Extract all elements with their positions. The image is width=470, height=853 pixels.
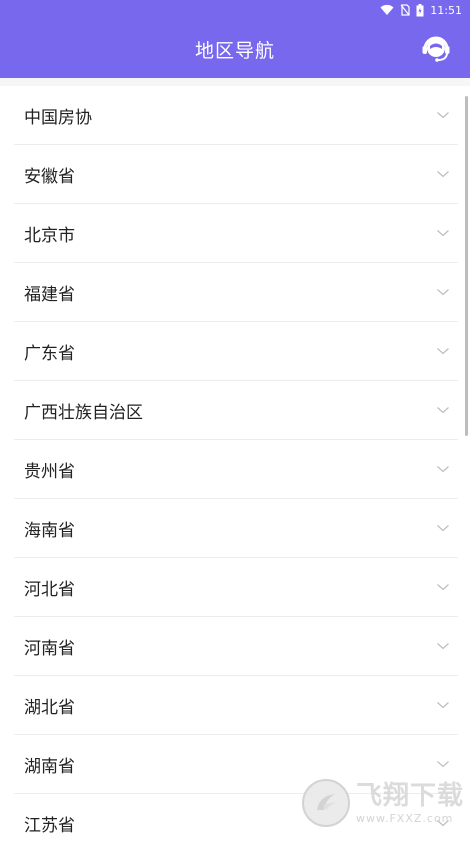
customer-service-button[interactable] [418,31,454,67]
region-label: 湖南省 [24,757,75,777]
app-header: 11:51 地区导航 [0,0,470,78]
watermark-logo-icon [302,779,350,827]
region-item-anhui[interactable]: 安徽省 [14,145,458,204]
region-item-guizhou[interactable]: 贵州省 [14,440,458,499]
watermark: 飞翔下载 www.FXXZ.com [302,776,467,830]
region-label: 福建省 [24,285,75,305]
page-title: 地区导航 [194,40,275,62]
region-item-china-housing-association[interactable]: 中国房协 [14,86,458,145]
chevron-down-icon [437,171,449,178]
watermark-sub-text: www.FXXZ.com [356,811,454,825]
battery-icon [416,3,424,16]
region-label: 河北省 [24,580,75,600]
region-label: 河南省 [24,639,75,659]
chevron-down-icon [437,702,449,709]
chevron-down-icon [437,112,449,119]
region-label: 江苏省 [24,816,75,836]
chevron-down-icon [437,466,449,473]
chevron-down-icon [437,643,449,650]
chevron-down-icon [437,230,449,237]
chevron-down-icon [437,289,449,296]
region-label: 海南省 [24,521,75,541]
region-item-henan[interactable]: 河南省 [14,617,458,676]
region-label: 中国房协 [24,108,92,128]
region-item-beijing[interactable]: 北京市 [14,204,458,263]
region-item-hubei[interactable]: 湖北省 [14,676,458,735]
header-shadow-strip [0,78,470,86]
headset-icon [422,36,450,62]
wifi-icon [380,4,394,15]
chevron-down-icon [437,525,449,532]
chevron-down-icon [437,348,449,355]
region-label: 北京市 [24,226,75,246]
region-label: 广西壮族自治区 [24,403,143,423]
region-list: 中国房协 安徽省 北京市 福建省 广东省 广西壮族自治区 贵州省 海南省 河北省… [0,86,470,853]
chevron-down-icon [437,761,449,768]
region-label: 安徽省 [24,167,75,187]
watermark-main-text: 飞翔下载 [356,780,465,811]
region-label: 贵州省 [24,462,75,482]
list-scrollbar[interactable] [465,96,468,436]
region-item-hainan[interactable]: 海南省 [14,499,458,558]
status-time: 11:51 [430,3,462,17]
region-item-guangdong[interactable]: 广东省 [14,322,458,381]
no-sim-icon [400,4,410,16]
status-bar: 11:51 [0,0,470,20]
region-label: 广东省 [24,344,75,364]
region-item-fujian[interactable]: 福建省 [14,263,458,322]
region-item-hebei[interactable]: 河北省 [14,558,458,617]
region-label: 湖北省 [24,698,75,718]
chevron-down-icon [437,584,449,591]
region-item-guangxi[interactable]: 广西壮族自治区 [14,381,458,440]
chevron-down-icon [437,407,449,414]
